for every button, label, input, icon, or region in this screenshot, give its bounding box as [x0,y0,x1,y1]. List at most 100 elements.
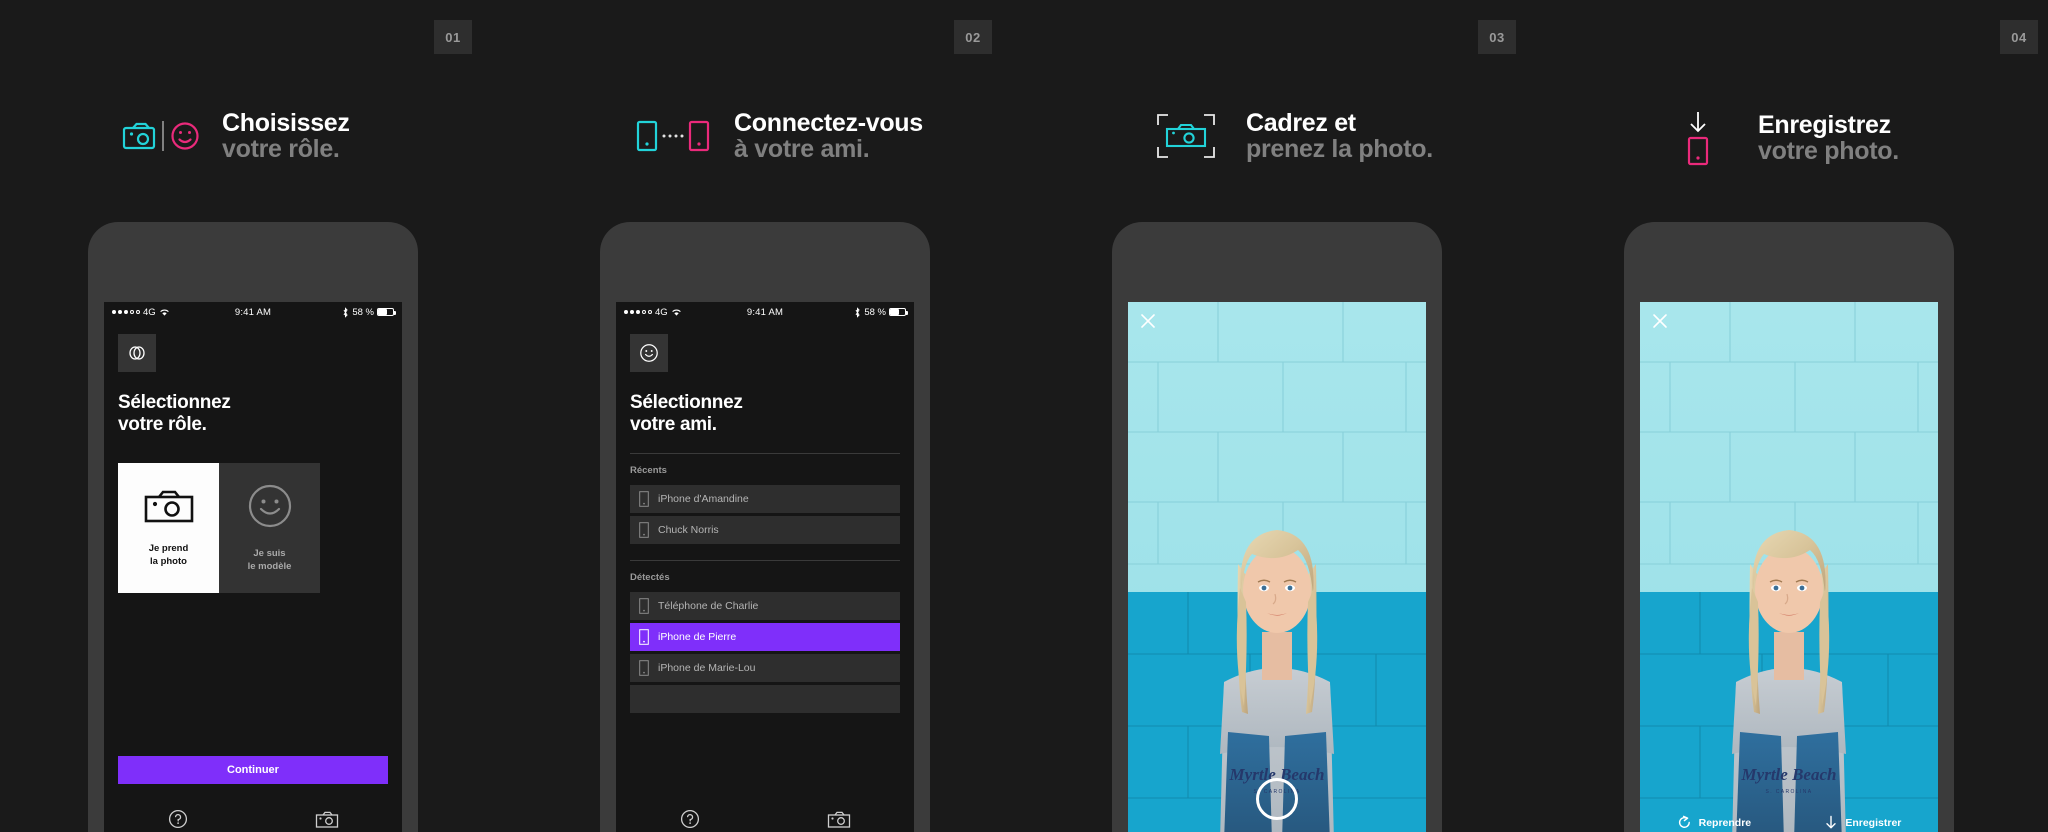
phone-icon [639,522,649,538]
screen-title-line2: votre ami. [630,414,717,436]
retake-refresh-icon [1677,815,1692,830]
help-circle-icon[interactable] [168,809,188,829]
status-bar-right: 58 % [300,306,396,318]
friend-name: Téléphone de Charlie [658,599,759,612]
step-column-4: Enregistrez votre photo. Myrtle Beach S.… [1536,0,2048,832]
status-bar-2: 4G 9:41 AM 58 % [616,302,914,322]
step-title-4: Enregistrez [1758,110,1891,139]
carrier-label: 4G [143,306,156,318]
friend-name: iPhone de Marie-Lou [658,661,756,674]
shutter-ring-button[interactable] [1256,778,1298,820]
app-body-2: Sélectionnez votre ami. Récents iPhone d… [616,334,914,713]
overlapping-circles-logo [118,334,156,372]
battery-percent-label: 58 % [864,306,886,318]
help-circle-icon[interactable] [680,809,700,829]
friend-list-item-partial[interactable] [630,684,900,713]
camera-icon [142,487,196,525]
wifi-icon [671,308,682,317]
phone-screen-camera: Myrtle Beach S. CAROLINA [1128,302,1426,832]
phone-screen-preview: Myrtle Beach S. CAROLINA Reprendre Enreg… [1640,302,1938,832]
smiley-icon [246,482,294,530]
status-bar-left: 4G [112,307,206,318]
close-x-icon[interactable] [1139,312,1157,330]
step-column-1: Choisissez votre rôle. 4G 9:41 AM 58 % S… [0,0,512,832]
role-label-line1: Je prend [148,543,189,554]
phone-mockup-3: Myrtle Beach S. CAROLINA [1112,222,1442,832]
step-header-text-1: Choisissez votre rôle. [222,110,350,163]
phone-icon [639,629,649,645]
camera-preview-photo: Myrtle Beach S. CAROLINA [1128,302,1426,832]
close-x-icon[interactable] [1651,312,1669,330]
step-header-1: Choisissez votre rôle. [120,110,350,163]
download-arrow-icon [1824,815,1838,830]
tab-bar-2 [616,796,914,832]
step-subtitle-1: votre rôle. [222,135,340,164]
save-label: Enregistrer [1845,816,1902,829]
battery-percent-label: 58 % [352,306,374,318]
smiley-logo [630,334,668,372]
role-options: Je prend la photo Je suis le modèle [118,462,388,593]
bluetooth-icon [342,306,349,318]
phone-mockup-2: 4G 9:41 AM 58 % Sélectionnez votre ami. … [600,222,930,832]
friend-list-item-selected[interactable]: iPhone de Pierre [630,622,900,651]
friend-name: iPhone d'Amandine [658,492,749,505]
screen-title-1: Sélectionnez votre rôle. [118,392,388,437]
wifi-icon [159,308,170,317]
friend-list-item[interactable]: iPhone d'Amandine [630,484,900,513]
step-header-text-2: Connectez-vous à votre ami. [734,110,923,163]
screen-title-line1: Sélectionnez [630,392,743,413]
role-option-photographer-label: Je prend la photo [149,543,189,569]
step-subtitle-2: à votre ami. [734,135,870,164]
tab-bar-1 [104,796,402,832]
step-header-3: Cadrez et prenez la photo. [1144,110,1433,163]
step-subtitle-3: prenez la photo. [1246,135,1433,164]
role-label-line2: la photo [150,555,187,567]
signal-dots-icon [112,310,140,314]
role-option-photographer[interactable]: Je prend la photo [118,462,219,593]
camera-and-smiley-icon [120,116,204,156]
role-option-model[interactable]: Je suis le modèle [219,462,320,593]
step-header-4: Enregistrez votre photo. [1656,110,1899,166]
status-bar-1: 4G 9:41 AM 58 % [104,302,402,322]
phone-icon [639,660,649,676]
friend-name: iPhone de Pierre [658,630,737,643]
step-header-text-4: Enregistrez votre photo. [1758,110,1899,165]
clock-label: 9:41 AM [746,306,784,318]
battery-icon [889,308,908,316]
phone-icon [639,598,649,614]
section-divider [630,559,900,561]
camera-viewfinder-icon [1144,113,1228,159]
camera-icon[interactable] [315,810,339,829]
screen-title-line1: Sélectionnez [118,392,231,413]
two-phones-connected-icon [632,114,716,158]
signal-dots-icon [624,310,652,314]
screen-title-line2: votre rôle. [118,414,207,436]
screen-title-2: Sélectionnez votre ami. [630,392,900,437]
step-title-3: Cadrez et [1246,109,1356,137]
continue-button[interactable]: Continuer [118,756,388,784]
group-label-recents: Récents [630,464,667,476]
captured-photo: Myrtle Beach S. CAROLINA [1640,302,1938,832]
battery-icon [377,308,396,316]
step-subtitle-4: votre photo. [1758,137,1899,165]
role-label-line2: le modèle [247,560,292,572]
friend-list-item[interactable]: Chuck Norris [630,515,900,544]
step-header-text-3: Cadrez et prenez la photo. [1246,110,1433,163]
bluetooth-icon [854,306,861,318]
phone-icon [639,491,649,507]
friend-list-item[interactable]: iPhone de Marie-Lou [630,653,900,682]
page-root: 01 02 03 04 Choisissez votre rôle. 4G 9:… [0,0,2048,832]
camera-icon[interactable] [827,810,851,829]
friend-list-item[interactable]: Téléphone de Charlie [630,591,900,620]
step-column-2: Connectez-vous à votre ami. 4G 9:41 AM 5… [512,0,1024,832]
friend-name: Chuck Norris [658,523,719,536]
step-column-3: Cadrez et prenez la photo. Myrtle Beach … [1024,0,1536,832]
photo-action-bar: Reprendre Enregistrer [1640,815,1938,830]
role-option-model-label: Je suis le modèle [248,548,292,574]
save-button[interactable]: Enregistrer [1824,815,1901,830]
retake-label: Reprendre [1698,816,1752,829]
retake-button[interactable]: Reprendre [1677,815,1752,830]
svg-text:S. CAROLINA: S. CAROLINA [1765,789,1812,795]
step-title-2: Connectez-vous [734,109,923,137]
phone-screen-role-select: 4G 9:41 AM 58 % Sélectionnez votre rôle.… [104,302,402,832]
